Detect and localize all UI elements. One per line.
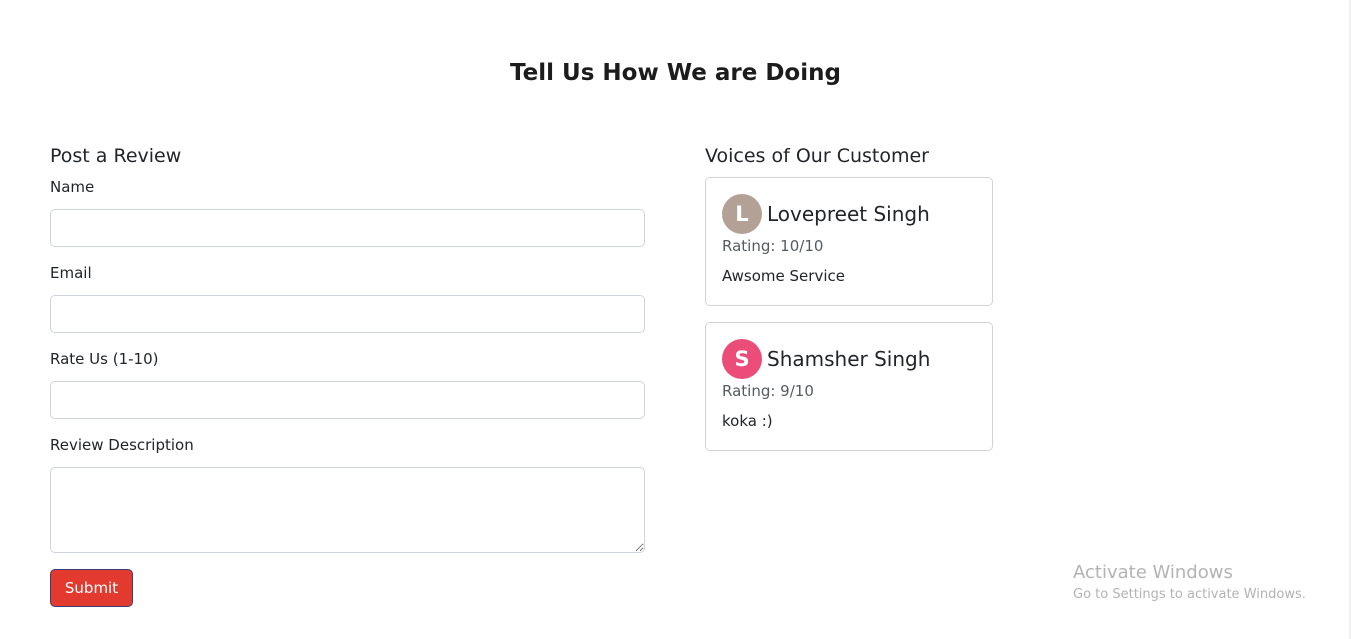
review-card: S Shamsher Singh Rating: 9/10 koka :) xyxy=(705,322,993,451)
review-description-textarea[interactable] xyxy=(50,467,645,553)
avatar: S xyxy=(722,339,762,379)
reviews-heading: Voices of Our Customer xyxy=(705,145,929,167)
rating-input[interactable] xyxy=(50,381,645,419)
reviewer-name: Lovepreet Singh xyxy=(767,202,930,226)
activate-windows-watermark-subtitle: Go to Settings to activate Windows. xyxy=(1073,587,1306,602)
submit-button[interactable]: Submit xyxy=(50,569,133,607)
name-label: Name xyxy=(50,178,95,196)
review-text: Awsome Service xyxy=(722,267,845,285)
page-title: Tell Us How We are Doing xyxy=(510,60,841,86)
email-input[interactable] xyxy=(50,295,645,333)
review-rating: Rating: 9/10 xyxy=(722,382,814,400)
reviewer-name: Shamsher Singh xyxy=(767,347,931,371)
rating-label: Rate Us (1-10) xyxy=(50,350,159,368)
page: Tell Us How We are Doing Post a Review N… xyxy=(0,0,1351,639)
avatar: L xyxy=(722,194,762,234)
form-heading: Post a Review xyxy=(50,145,182,167)
email-label: Email xyxy=(50,264,92,282)
review-rating: Rating: 10/10 xyxy=(722,237,824,255)
name-input[interactable] xyxy=(50,209,645,247)
review-text: koka :) xyxy=(722,412,773,430)
activate-windows-watermark-title: Activate Windows xyxy=(1073,562,1233,583)
review-card: L Lovepreet Singh Rating: 10/10 Awsome S… xyxy=(705,177,993,306)
review-description-label: Review Description xyxy=(50,436,194,454)
